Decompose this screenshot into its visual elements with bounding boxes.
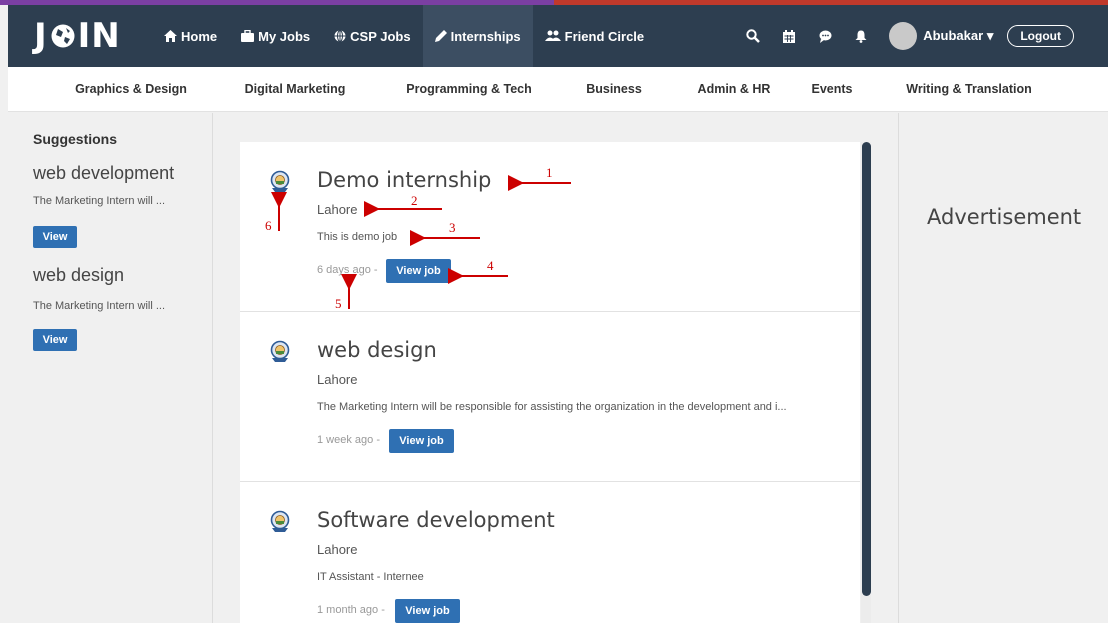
job-location: Lahore [317,372,358,387]
view-job-button[interactable]: View job [389,429,454,453]
caret-down-icon: ▾ [986,28,994,43]
calendar-icon[interactable] [771,5,807,67]
nav-internships[interactable]: Internships [422,5,533,67]
join-logo[interactable]: J IN [34,16,134,56]
suggestion-title[interactable]: web development [33,163,174,184]
university-seal-icon [270,170,290,192]
nav-home[interactable]: Home [152,5,229,67]
suggestions-sidebar: Suggestions web development The Marketin… [8,113,213,623]
job-description: The Marketing Intern will be responsible… [317,401,787,413]
annotation-number: 6 [265,218,272,233]
job-card: web design Lahore The Marketing Intern w… [240,312,860,482]
top-navbar: J IN Home My Jobs CSP Jobs Internships F… [8,5,1108,67]
university-seal-icon [270,510,290,532]
annotation-number: 2 [411,193,418,208]
category-writing-translation[interactable]: Writing & Translation [906,82,1031,96]
nav-right: Abubakar ▾ Logout [735,5,1108,67]
job-list-scrollbar[interactable] [861,142,871,623]
job-posted-time: 1 month ago - [317,604,385,616]
user-name: Abubakar [923,28,984,43]
nav-home-label: Home [181,28,218,44]
suggestions-heading: Suggestions [33,131,118,147]
nav-my-jobs[interactable]: My Jobs [229,5,322,67]
logo-letters-in: IN [77,16,121,56]
nav-friend-circle-label: Friend Circle [564,28,645,44]
avatar[interactable] [889,22,918,50]
advertisement-panel: Advertisement [898,113,1108,623]
job-posted-time: 6 days ago - [317,264,378,276]
view-job-button[interactable]: View job [395,599,460,623]
nav-friend-circle[interactable]: Friend Circle [533,5,656,67]
annotation-number: 3 [449,220,456,235]
category-events[interactable]: Events [812,82,853,96]
job-posted-time: 1 week ago - [317,434,380,446]
scrollbar-thumb[interactable] [862,142,871,596]
annotation-number: 1 [546,165,553,180]
suggestion-title[interactable]: web design [33,265,124,286]
university-seal-icon [270,340,290,362]
category-admin-hr[interactable]: Admin & HR [698,82,771,96]
pencil-icon [434,30,447,42]
category-programming-tech[interactable]: Programming & Tech [406,82,531,96]
main-nav: Home My Jobs CSP Jobs Internships Friend… [152,5,656,67]
suggestion-view-button[interactable]: View [33,329,77,351]
nav-csp-jobs[interactable]: CSP Jobs [322,5,422,67]
suggestion-desc: The Marketing Intern will ... [33,300,166,312]
category-bar: Graphics & Design Digital Marketing Prog… [8,67,1108,112]
nav-internships-label: Internships [450,28,521,44]
users-icon [544,30,561,42]
suggestion-view-button[interactable]: View [33,226,77,248]
job-card: Software development Lahore IT Assistant… [240,482,860,623]
search-icon[interactable] [735,5,771,67]
suggestion-desc: The Marketing Intern will ... [33,195,166,207]
advertisement-label: Advertisement [927,205,1082,229]
job-title[interactable]: Demo internship [317,168,491,192]
briefcase-icon [241,30,255,42]
globe-logo-icon [51,24,75,48]
nav-my-jobs-label: My Jobs [258,28,311,44]
category-business[interactable]: Business [586,82,642,96]
annotation-number: 4 [487,258,494,273]
chat-icon[interactable] [807,5,843,67]
job-location: Lahore [317,542,358,557]
logout-button[interactable]: Logout [1007,25,1074,47]
view-job-button[interactable]: View job [386,259,451,283]
user-menu[interactable]: Abubakar ▾ [923,28,993,44]
logo-letter-j: J [34,16,48,56]
job-location: Lahore [317,202,358,217]
job-title[interactable]: web design [317,338,437,362]
job-title[interactable]: Software development [317,508,555,532]
home-icon [164,30,177,42]
job-list: Demo internship Lahore This is demo job … [240,142,860,623]
nav-csp-jobs-label: CSP Jobs [350,28,411,44]
job-description: This is demo job [317,231,398,243]
globe-icon [334,30,346,42]
annotation-number: 5 [335,296,342,311]
job-description: IT Assistant - Internee [317,571,424,583]
category-digital-marketing[interactable]: Digital Marketing [245,82,346,96]
category-graphics-design[interactable]: Graphics & Design [75,82,187,96]
bell-icon[interactable] [843,5,879,67]
